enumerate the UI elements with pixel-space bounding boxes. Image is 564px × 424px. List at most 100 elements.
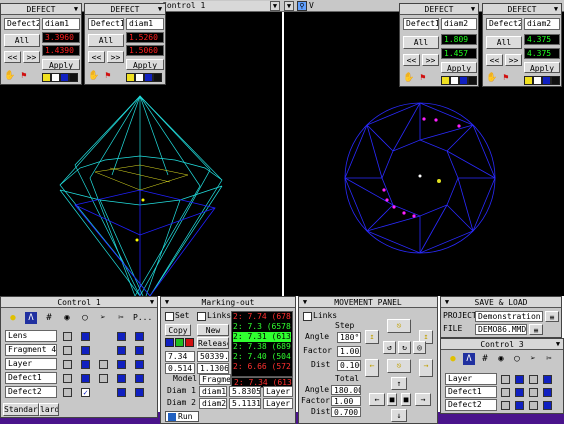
list-item[interactable]: 2: 7.31 (61378) [233, 332, 291, 342]
defect2-flag-box[interactable] [117, 388, 126, 397]
color-swatch-white[interactable] [450, 76, 459, 85]
rotate-cw-button[interactable]: ↻ [398, 341, 411, 354]
c3-layer-color-box[interactable] [515, 375, 524, 384]
hand-tool-icon[interactable]: ✋ [88, 70, 100, 82]
marking-color-blue[interactable] [165, 338, 174, 347]
set-checkbox[interactable] [165, 312, 174, 321]
color-swatch-black[interactable] [551, 76, 560, 85]
move-right-arrow-button[interactable]: → [415, 393, 431, 406]
color-swatch-white[interactable] [51, 73, 60, 82]
defect-panel-menu-icon[interactable]: ▼ [155, 4, 165, 14]
defect1-extra-box[interactable] [99, 374, 108, 383]
layer-color-box[interactable] [81, 360, 90, 369]
prev-button[interactable]: << [403, 54, 420, 66]
copy-button[interactable]: Copy [165, 324, 191, 336]
layer-flag-box[interactable] [117, 360, 126, 369]
c3-defect1-extra-box[interactable] [529, 388, 538, 397]
list-item[interactable]: Defect2 [5, 386, 57, 398]
hand-tool-icon[interactable]: ✋ [4, 70, 16, 82]
c3-defect2-flag-box[interactable] [543, 401, 552, 410]
c3-defect1-flag-box[interactable] [543, 388, 552, 397]
fragment-color-box[interactable] [81, 346, 90, 355]
control1-menu-icon[interactable]: ▼ [147, 297, 157, 307]
next-button[interactable]: >> [107, 51, 124, 63]
defect-panel-menu-icon[interactable]: ▼ [71, 4, 81, 14]
c3-layer-vis-box[interactable] [501, 375, 510, 384]
save-load-menu-icon[interactable]: ▼ [442, 297, 452, 307]
scissors-icon[interactable]: ✂ [115, 312, 127, 324]
list-item[interactable]: 2: 6.66 (5722) [233, 362, 291, 372]
lightbulb-outline-icon[interactable]: ◯ [79, 312, 91, 324]
color-swatch-black[interactable] [468, 76, 477, 85]
list-item[interactable]: Defect1 [445, 386, 497, 398]
fragment-visibility-box[interactable] [63, 346, 72, 355]
lightbulb-outline-icon[interactable]: ◯ [511, 353, 523, 365]
list-item[interactable]: 2: 7.74 (6780) [233, 312, 291, 322]
file-browse-button[interactable]: ≡ [529, 324, 543, 335]
angle-step-field[interactable]: 180° [337, 332, 361, 343]
c3-defect1-vis-box[interactable] [501, 388, 510, 397]
next-button[interactable]: >> [505, 54, 522, 66]
rotate-center-button[interactable]: ◎ [413, 341, 426, 354]
marking-value-3[interactable]: 0.514 [165, 363, 195, 374]
viewport-right-search-icon[interactable]: ⚲ [297, 1, 307, 11]
move-left-button[interactable]: ← [365, 359, 379, 377]
list-item[interactable]: Fragment 4 [5, 344, 57, 356]
layer-extra-box[interactable] [99, 360, 108, 369]
defect-name-field[interactable]: Defect2 [4, 18, 40, 30]
cursor-icon[interactable]: ➢ [527, 353, 539, 365]
lens-color-box[interactable] [81, 332, 90, 341]
list-item[interactable]: Layer [5, 358, 57, 370]
list-item[interactable]: 2: 7.3 (6578) [233, 322, 291, 332]
defect2-p-box[interactable] [135, 388, 144, 397]
new-button[interactable]: New [197, 324, 229, 336]
flag-icon[interactable]: ⚑ [500, 72, 512, 84]
marking-value-4[interactable]: 1.1306 [197, 363, 229, 374]
diam-name-field[interactable]: diam2 [524, 18, 560, 30]
c3-defect2-vis-box[interactable] [501, 401, 510, 410]
project-list-button[interactable]: ≡ [545, 311, 559, 322]
fragment-p-box[interactable] [135, 346, 144, 355]
solution-list[interactable]: 2: 7.74 (6780) 2: 7.3 (6578) 2: 7.31 (61… [231, 311, 293, 377]
dist-step-field[interactable]: 0.100 [337, 360, 361, 371]
bulb-icon[interactable]: ● [447, 353, 459, 365]
c3-layer-extra-box[interactable] [529, 375, 538, 384]
marking-color-red[interactable] [185, 338, 194, 347]
color-swatch-blue[interactable] [144, 73, 153, 82]
list-item[interactable]: Defect1 [5, 372, 57, 384]
run-button[interactable]: Run [165, 411, 199, 422]
marking-value-1[interactable]: 7.34 [165, 351, 195, 362]
color-swatch-black[interactable] [69, 73, 78, 82]
apply-button[interactable]: Apply [441, 62, 477, 73]
color-swatch-yellow[interactable] [42, 73, 51, 82]
diam1-layer-field[interactable]: Layer [263, 386, 293, 397]
model-field[interactable]: Fragment [199, 374, 231, 385]
movement-menu-icon[interactable]: ▼ [300, 297, 310, 307]
list-item[interactable]: Defect2 [445, 399, 497, 411]
links-checkbox[interactable] [197, 312, 206, 321]
move-center-button[interactable]: ■ [387, 393, 397, 406]
marking-out-menu-icon[interactable]: ▼ [162, 297, 172, 307]
links-checkbox[interactable] [303, 312, 312, 321]
defect1-visibility-box[interactable] [63, 374, 72, 383]
curve-icon[interactable]: Λ [463, 353, 475, 365]
cursor-icon[interactable]: ➢ [97, 312, 109, 324]
color-swatch-yellow[interactable] [524, 76, 533, 85]
hash-icon[interactable]: # [479, 353, 491, 365]
scissors-icon[interactable]: ✂ [543, 353, 555, 365]
next-button[interactable]: >> [422, 54, 439, 66]
defect2-visibility-box[interactable] [63, 388, 72, 397]
defect-name-field[interactable]: Defect1 [403, 18, 439, 30]
layer-p-box[interactable] [135, 360, 144, 369]
color-swatch-yellow[interactable] [126, 73, 135, 82]
marking-value-2[interactable]: 50339.5 [197, 351, 229, 362]
color-swatch-yellow[interactable] [441, 76, 450, 85]
c3-defect1-color-box[interactable] [515, 388, 524, 397]
move-down-button[interactable]: ↓ [391, 409, 407, 422]
lens-p-box[interactable] [135, 332, 144, 341]
defect-panel-menu-icon[interactable]: ▼ [468, 4, 478, 14]
viewport-right-menu-icon[interactable]: ▼ [284, 1, 294, 11]
color-swatch-blue[interactable] [60, 73, 69, 82]
c3-defect2-extra-box[interactable] [529, 401, 538, 410]
defect-name-field[interactable]: Defect1 [88, 18, 124, 30]
